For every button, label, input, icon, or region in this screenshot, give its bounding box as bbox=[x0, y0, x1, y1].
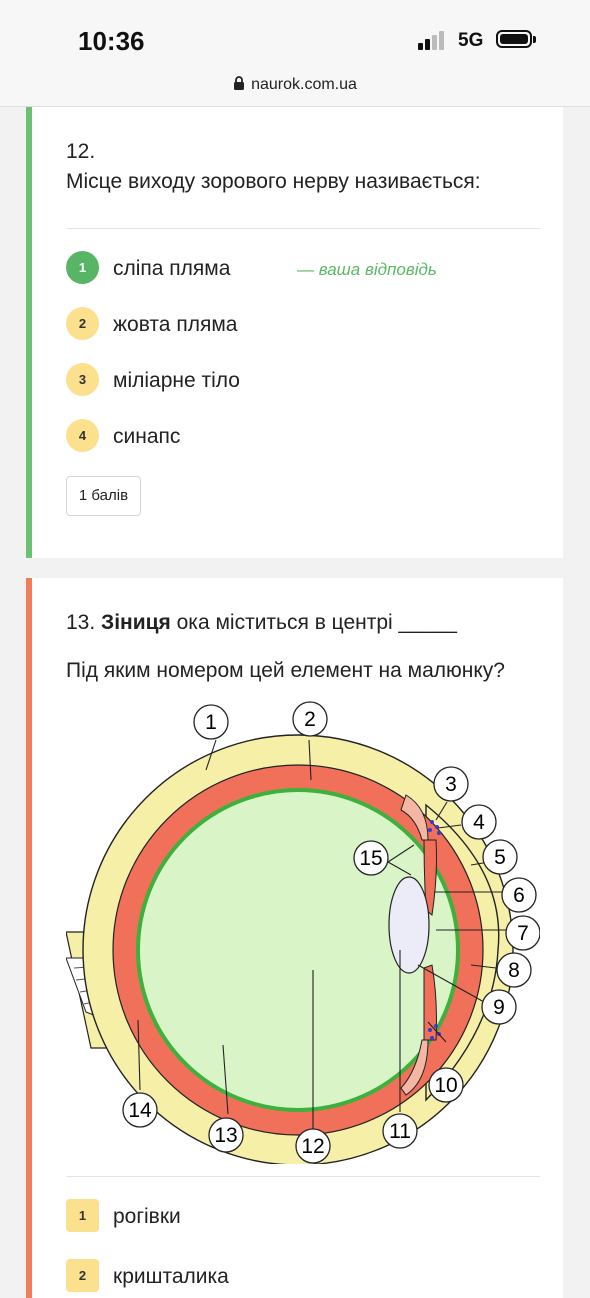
eye-diagram: 1 2 3 4 5 6 7 8 9 10 11 12 13 14 15 bbox=[66, 701, 540, 1164]
option-label: синапс bbox=[113, 425, 181, 448]
callout: 4 bbox=[461, 804, 497, 840]
svg-text:14: 14 bbox=[128, 1099, 152, 1122]
svg-text:12: 12 bbox=[301, 1135, 324, 1158]
svg-text:11: 11 bbox=[389, 1120, 411, 1143]
points-badge: 1 балів bbox=[66, 476, 141, 516]
status-time: 10:36 bbox=[78, 26, 145, 56]
callout: 15 bbox=[353, 840, 389, 876]
svg-text:8: 8 bbox=[508, 959, 520, 982]
question-subtext: Під яким номером цей елемент на малюнку? bbox=[66, 659, 505, 682]
callout: 6 bbox=[501, 877, 537, 913]
lock-icon bbox=[233, 76, 245, 95]
question-card-13: 13. Зіниця ока міститься в центрі _____ … bbox=[26, 578, 563, 1298]
question-keyword: Зіниця bbox=[101, 611, 171, 634]
signal-icon bbox=[418, 30, 448, 50]
divider bbox=[66, 228, 540, 229]
callout: 14 bbox=[122, 1092, 158, 1128]
divider bbox=[66, 1176, 540, 1177]
network-type: 5G bbox=[458, 30, 484, 51]
svg-text:5: 5 bbox=[494, 846, 506, 869]
callout: 11 bbox=[382, 1113, 418, 1149]
svg-text:15: 15 bbox=[359, 847, 382, 870]
svg-text:9: 9 bbox=[493, 996, 505, 1019]
option-number-badge: 2 bbox=[66, 307, 99, 340]
svg-text:2: 2 bbox=[304, 708, 316, 731]
callout: 13 bbox=[208, 1117, 244, 1153]
question-card-12: 12. Місце виходу зорового нерву називаєт… bbox=[26, 107, 563, 558]
status-bar: 10:36 5G naurok.com.ua bbox=[0, 0, 590, 107]
option-number-badge: 2 bbox=[66, 1259, 99, 1292]
battery-icon bbox=[496, 30, 536, 48]
callout: 12 bbox=[295, 1128, 331, 1164]
question-text: 13. Зіниця ока міститься в центрі _____ bbox=[66, 611, 457, 635]
url-text: naurok.com.ua bbox=[251, 76, 357, 93]
svg-text:13: 13 bbox=[214, 1124, 237, 1147]
svg-text:6: 6 bbox=[513, 884, 525, 907]
option-label: рогівки bbox=[113, 1205, 181, 1228]
option-label: сліпа пляма bbox=[113, 257, 231, 280]
question-text: Місце виходу зорового нерву називається: bbox=[66, 170, 481, 193]
address-bar[interactable]: naurok.com.ua bbox=[0, 76, 590, 95]
svg-text:1: 1 bbox=[205, 711, 217, 734]
your-answer-note: — ваша відповідь bbox=[297, 260, 437, 279]
callout: 7 bbox=[505, 915, 540, 951]
callout: 3 bbox=[433, 766, 469, 802]
callout: 10 bbox=[428, 1067, 464, 1103]
svg-text:3: 3 bbox=[445, 773, 457, 796]
callout: 9 bbox=[481, 989, 517, 1025]
option-label: кришталика bbox=[113, 1265, 229, 1288]
question-text-rest: ока міститься в центрі _____ bbox=[170, 611, 457, 634]
question-number: 12. bbox=[66, 140, 96, 163]
callout: 8 bbox=[496, 952, 532, 988]
callout: 2 bbox=[292, 701, 328, 737]
callout: 5 bbox=[482, 839, 518, 875]
option-number-badge: 1 bbox=[66, 1199, 99, 1232]
callout: 1 bbox=[193, 704, 229, 740]
option-number-badge: 3 bbox=[66, 363, 99, 396]
option-number-badge: 4 bbox=[66, 419, 99, 452]
option-number-badge: 1 bbox=[66, 251, 99, 284]
option-label: жовта пляма bbox=[113, 313, 238, 336]
svg-text:10: 10 bbox=[434, 1074, 457, 1097]
svg-text:4: 4 bbox=[473, 811, 485, 834]
svg-text:7: 7 bbox=[517, 922, 529, 945]
question-number: 13. bbox=[66, 611, 96, 634]
lens bbox=[388, 876, 430, 974]
option-label: міліарне тіло bbox=[113, 369, 240, 392]
